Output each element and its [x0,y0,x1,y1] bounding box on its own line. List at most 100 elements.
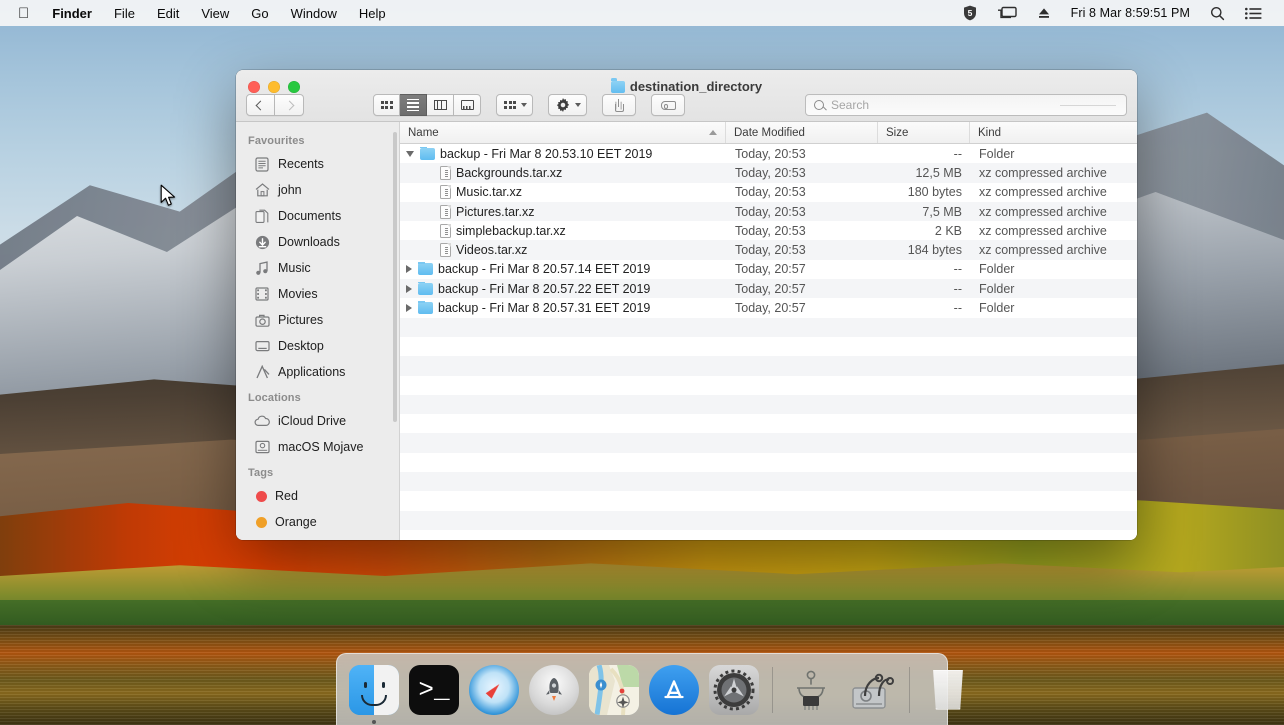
mouse-cursor [160,184,176,206]
sidebar-scrollbar[interactable] [393,132,397,422]
sidebar-item-john[interactable]: john [236,177,399,203]
dock-separator [909,666,910,713]
menu-view[interactable]: View [190,4,240,23]
sidebar-header-tags: Tags [248,467,274,479]
icon-view-button[interactable] [373,94,400,116]
cell-size: 12,5 MB [915,165,962,180]
menu-edit[interactable]: Edit [146,4,190,23]
menu-file[interactable]: File [103,4,146,23]
column-header-date-modified[interactable]: Date Modified [726,122,878,143]
sidebar-item-recents[interactable]: Recents [236,151,399,177]
sidebar-item-icloud-drive[interactable]: iCloud Drive [236,408,399,434]
table-row[interactable]: backup - Fri Mar 8 20.57.31 EET 2019 Toda… [400,298,1137,317]
apple-menu-icon[interactable]:  [0,6,41,21]
action-menu-button[interactable] [548,94,587,116]
table-row[interactable]: Music.tar.xz Today, 20:53 180 bytes xz comp… [400,183,1137,202]
file-name: Backgrounds.tar.xz [456,165,563,180]
cell-name: backup - Fri Mar 8 20.57.22 EET 2019 [400,281,726,296]
cell-kind: Folder [979,262,1015,277]
share-button[interactable] [602,94,636,116]
search-icon[interactable] [1200,6,1235,21]
cell-size: -- [953,146,962,161]
disclosure-triangle-open[interactable] [406,150,414,157]
cell-date-modified: Today, 20:57 [735,301,806,316]
column-view-button[interactable] [427,94,454,116]
table-row[interactable]: simplebackup.tar.xz Today, 20:53 2 KB xz co… [400,221,1137,240]
search-field[interactable]: Search [805,94,1127,116]
sidebar-item-macos-mojave[interactable]: macOS Mojave [236,434,399,460]
dock-item-finder[interactable] [347,663,401,724]
column-header-kind[interactable]: Kind [970,122,1137,143]
dock-item-app-store[interactable] [647,663,701,717]
finder-window[interactable]: destination_directory Search Favourites … [236,70,1137,540]
shield-icon[interactable]: 5 [953,5,987,21]
recents-icon [254,156,270,172]
column-header-name[interactable]: Name [400,122,726,143]
cell-size: 180 bytes [907,185,962,200]
disclosure-triangle-closed[interactable] [406,304,412,313]
sidebar-item-movies[interactable]: Movies [236,281,399,307]
menu-finder[interactable]: Finder [41,4,103,23]
file-rows[interactable]: backup - Fri Mar 8 20.53.10 EET 2019 Toda… [400,144,1137,540]
menubar-clock[interactable]: Fri 8 Mar 8:59:51 PM [1061,6,1200,20]
cell-kind: xz compressed archive [979,185,1107,200]
table-row-empty [400,356,1137,376]
table-row[interactable]: Pictures.tar.xz Today, 20:53 7,5 MB xz comp… [400,201,1137,222]
cell-date-modified: Today, 20:53 [735,243,806,258]
archive-file-icon [440,243,451,258]
disclosure-triangle-closed[interactable] [406,265,412,274]
file-list[interactable]: Name Date Modified Size Kind backup - Fr… [400,122,1137,540]
eject-icon[interactable] [1027,6,1061,20]
svg-text:5: 5 [967,8,972,18]
screen-mirroring-icon[interactable] [987,6,1027,20]
file-name: backup - Fri Mar 8 20.57.14 EET 2019 [438,262,651,277]
menu-window[interactable]: Window [280,4,348,23]
sidebar-item-pictures[interactable]: Pictures [236,307,399,333]
dock-item-maps[interactable] [587,663,641,717]
disclosure-triangle-closed[interactable] [406,284,412,293]
sidebar-item-documents[interactable]: Documents [236,203,399,229]
list-view-button[interactable] [400,94,427,116]
dock-item-launchpad[interactable] [527,663,581,717]
dock-separator [772,666,773,713]
sidebar[interactable]: Favourites Recents john Documents Downlo… [236,122,400,540]
desktop[interactable]:  Finder File Edit View Go Window Help 5 [0,0,1284,725]
table-row[interactable]: backup - Fri Mar 8 20.57.22 EET 2019 Toda… [400,279,1137,299]
table-row[interactable]: backup - Fri Mar 8 20.57.14 EET 2019 Toda… [400,260,1137,279]
arrange-button[interactable] [496,94,533,116]
table-row[interactable]: Videos.tar.xz Today, 20:53 184 bytes xz com… [400,240,1137,260]
dock-item-terminal[interactable]: >_ [407,663,461,717]
dock-item-circuit-utility[interactable] [784,663,838,717]
tags-button[interactable] [651,94,685,116]
dock[interactable]: >_ [336,653,963,725]
sidebar-item-applications[interactable]: Applications [236,359,399,385]
table-row-empty [400,317,1137,337]
dock-item-disk-utility[interactable] [844,663,898,717]
sidebar-item-tag-red[interactable]: Red [236,483,399,509]
back-button[interactable] [246,94,275,116]
table-row[interactable]: backup - Fri Mar 8 20.53.10 EET 2019 Toda… [400,144,1137,163]
dock-item-trash[interactable] [921,663,975,717]
sidebar-item-music[interactable]: Music [236,255,399,281]
table-row-empty [400,491,1137,510]
sidebar-label: john [278,183,302,197]
gallery-view-button[interactable] [454,94,481,116]
folder-icon [420,146,435,160]
dock-item-system-preferences[interactable] [707,663,761,717]
menu-help[interactable]: Help [348,4,397,23]
wallpaper-reeds [0,600,1284,640]
sidebar-item-downloads[interactable]: Downloads [236,229,399,255]
dock-item-safari[interactable] [467,663,521,717]
cell-name: simplebackup.tar.xz [400,223,726,238]
menu-go[interactable]: Go [240,4,279,23]
list-icon[interactable] [1235,7,1272,20]
table-row[interactable]: Backgrounds.tar.xz Today, 20:53 12,5 MB xz … [400,163,1137,183]
forward-button[interactable] [275,94,304,116]
column-header-size[interactable]: Size [878,122,970,143]
sidebar-item-desktop[interactable]: Desktop [236,333,399,359]
sidebar-item-tag-orange[interactable]: Orange [236,509,399,535]
movies-icon [254,286,270,302]
sidebar-header-locations: Locations [248,392,301,404]
window-titlebar[interactable]: destination_directory Search [236,70,1137,122]
search-icon [814,99,825,111]
